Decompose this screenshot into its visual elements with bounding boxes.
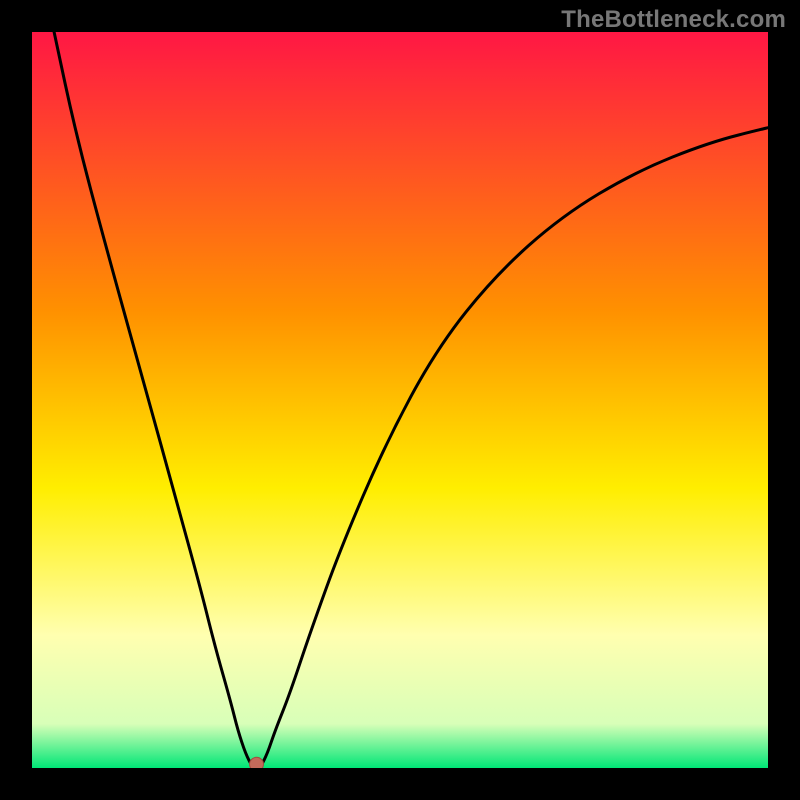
gradient-background [32, 32, 768, 768]
optimal-point-marker [250, 757, 264, 768]
chart-svg [32, 32, 768, 768]
watermark-text: TheBottleneck.com [561, 6, 786, 34]
outer-frame: TheBottleneck.com [0, 0, 800, 800]
plot-area [32, 32, 768, 768]
